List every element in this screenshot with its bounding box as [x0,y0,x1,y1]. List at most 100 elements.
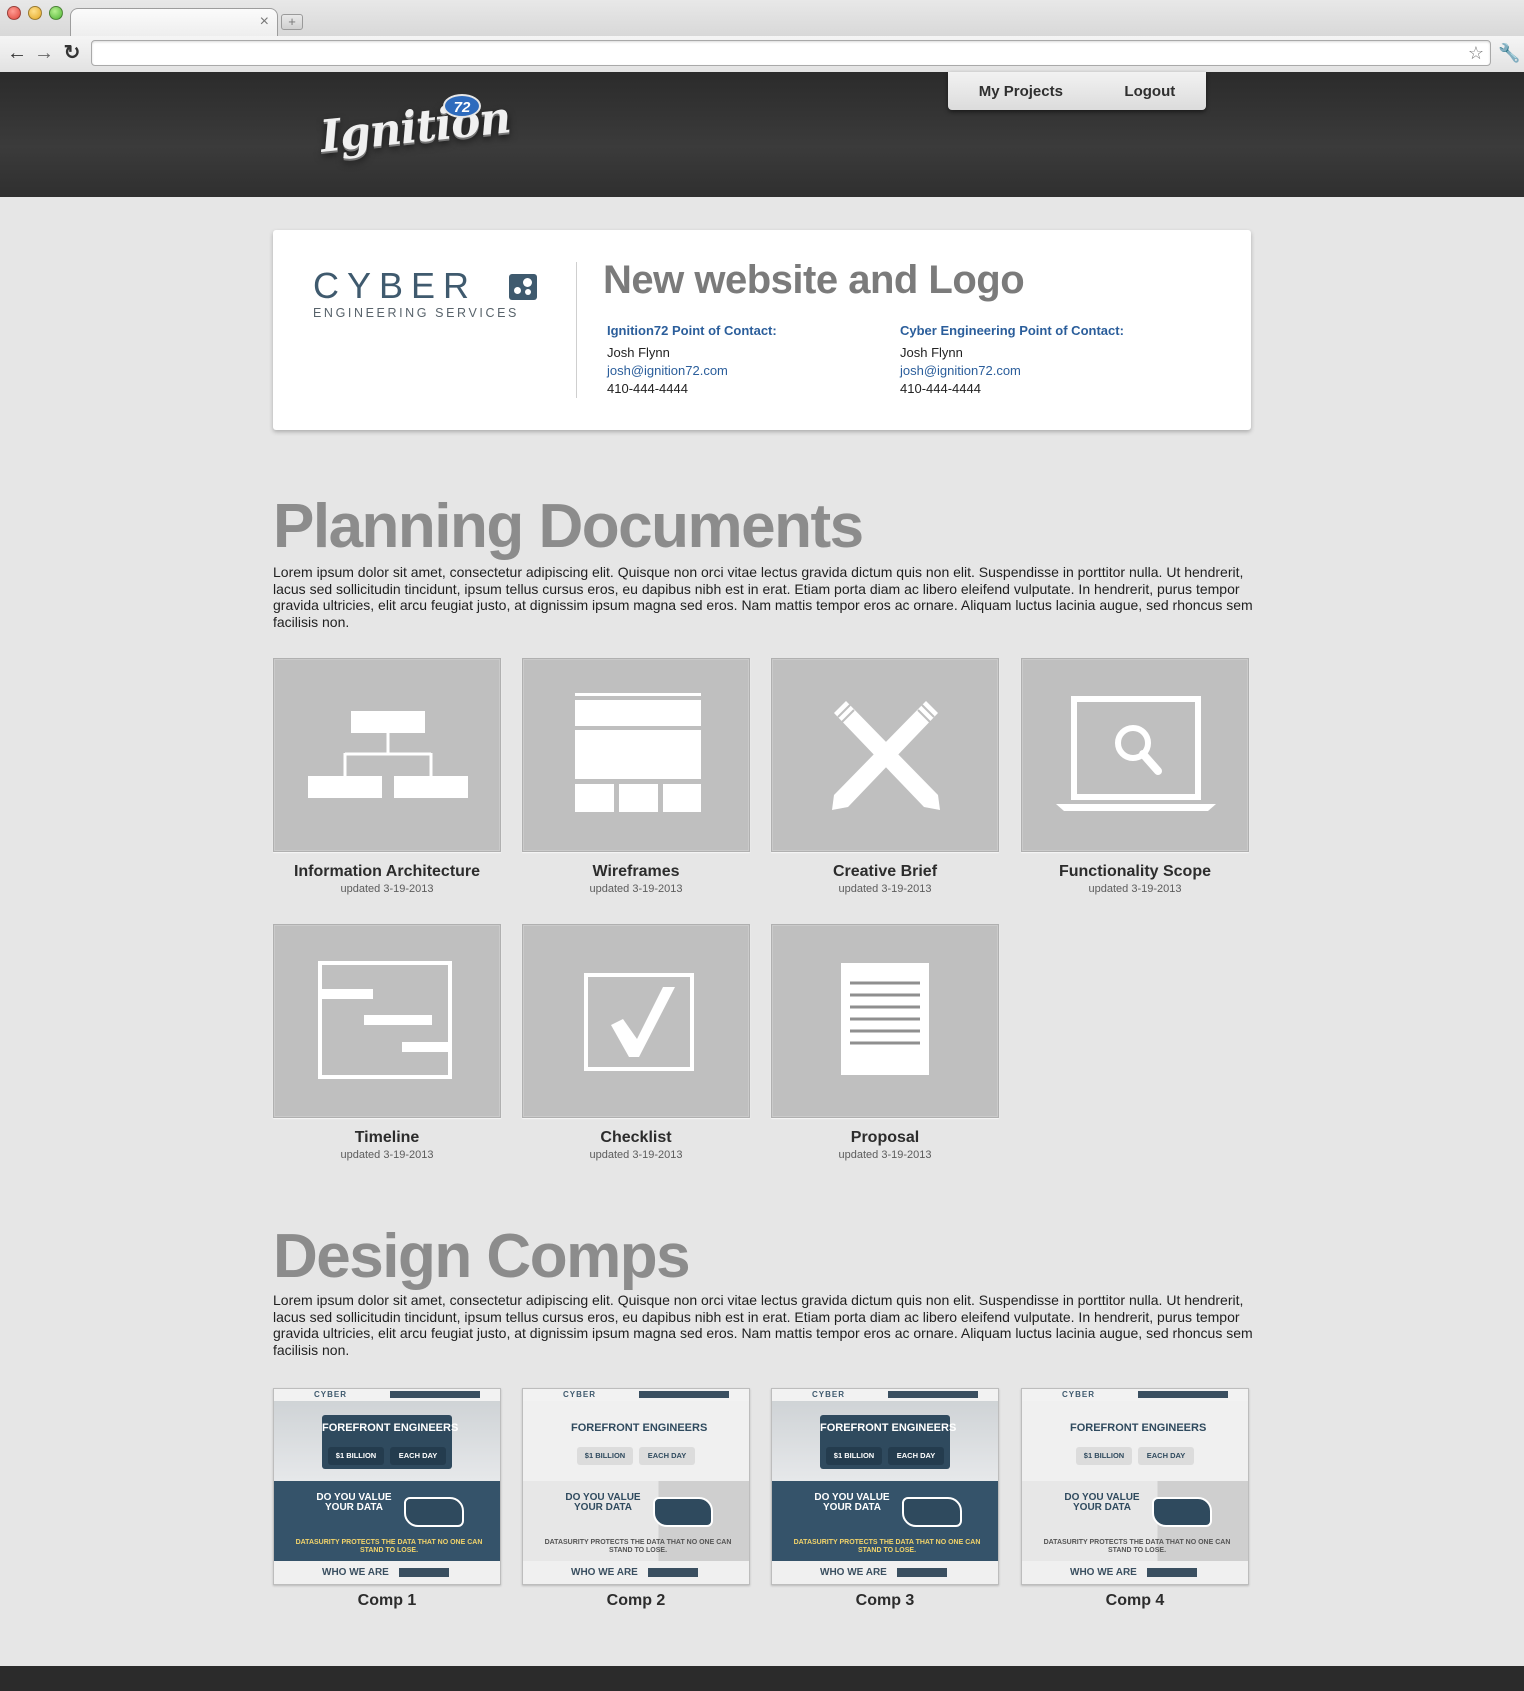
close-window-button[interactable] [7,6,21,20]
doc-thumbnail[interactable] [1021,658,1249,852]
comp-thumb-band: DO YOU VALUE YOUR DATA DATASURITY PROTEC… [274,1481,500,1561]
comp-thumbnail[interactable]: CYBER FOREFRONT ENGINEERS $1 BILLION EAC… [522,1388,750,1585]
comp-thumbnail[interactable]: CYBER FOREFRONT ENGINEERS $1 BILLION EAC… [771,1388,999,1585]
forward-arrow-icon[interactable]: → [33,41,55,65]
doc-updated: updated 3-19-2013 [838,1149,932,1161]
comp-card[interactable]: CYBER FOREFRONT ENGINEERS $1 BILLION EAC… [771,1388,999,1610]
comp-thumb-logo: CYBER [314,1390,348,1399]
doc-name[interactable]: Functionality Scope [1021,862,1249,882]
comp-card[interactable]: CYBER FOREFRONT ENGINEERS $1 BILLION EAC… [273,1388,501,1610]
comp-thumb-logo: CYBER [1062,1390,1096,1399]
doc-name[interactable]: Creative Brief [771,862,999,882]
contact-phone: 410-444-4444 [607,381,688,396]
ignition72-logo[interactable]: Ignition 72 [308,90,513,185]
comp-thumb-who: WHO WE ARE [1022,1561,1248,1584]
doc-thumbnail[interactable] [771,924,999,1118]
doc-thumbnail[interactable] [771,658,999,852]
doc-thumbnail[interactable] [273,658,501,852]
minimize-window-button[interactable] [28,6,42,20]
comp-thumb-blog-button [399,1568,449,1577]
comp-thumb-tagline: DATASURITY PROTECTS THE DATA THAT NO ONE… [1043,1539,1231,1554]
comp-thumbnail[interactable]: CYBER FOREFRONT ENGINEERS $1 BILLION EAC… [1021,1388,1249,1585]
comp-card[interactable]: CYBER FOREFRONT ENGINEERS $1 BILLION EAC… [522,1388,750,1610]
wrench-menu-icon[interactable]: 🔧 [1498,42,1520,64]
doc-updated: updated 3-19-2013 [340,1149,434,1161]
comp-thumb-stat: EACH DAY [888,1447,944,1465]
doc-name[interactable]: Proposal [771,1128,999,1148]
contact-email-link[interactable]: josh@ignition72.com [900,362,1124,380]
doc-tile-creative-brief[interactable]: Creative Brief updated 3-19-2013 [771,658,999,896]
doc-tile-proposal[interactable]: Proposal updated 3-19-2013 [771,924,999,1162]
zoom-window-button[interactable] [49,6,63,20]
doc-name[interactable]: Timeline [273,1128,501,1148]
crossed-pencils-icon [832,701,940,810]
contact-name: Josh Flynn [900,345,963,360]
datasurity-shield-icon [1152,1497,1212,1527]
comp-thumb-headline: FOREFRONT ENGINEERS [322,1422,459,1434]
contact-heading: Ignition72 Point of Contact: [607,323,777,338]
timeline-icon [318,961,452,1079]
back-arrow-icon[interactable]: ← [6,41,28,65]
comp-card[interactable]: CYBER FOREFRONT ENGINEERS $1 BILLION EAC… [1021,1388,1249,1610]
reload-icon[interactable]: ↻ [61,41,83,65]
comp-thumb-blog-button [897,1568,947,1577]
doc-tile-wireframes[interactable]: Wireframes updated 3-19-2013 [522,658,750,896]
design-description: Lorem ipsum dolor sit amet, consectetur … [273,1292,1253,1358]
close-tab-icon[interactable]: × [260,13,269,31]
doc-name[interactable]: Information Architecture [273,862,501,882]
doc-updated: updated 3-19-2013 [589,1149,683,1161]
comp-name[interactable]: Comp 1 [273,1592,501,1610]
comp-thumb-navbar [1138,1391,1228,1398]
comp-thumb-hero: FOREFRONT ENGINEERS $1 BILLION EACH DAY [274,1401,500,1481]
client-logo-mark-icon [509,274,537,300]
comp-thumb-hero: FOREFRONT ENGINEERS $1 BILLION EACH DAY [772,1401,998,1481]
doc-updated: updated 3-19-2013 [1088,883,1182,895]
comp-thumbnail[interactable]: CYBER FOREFRONT ENGINEERS $1 BILLION EAC… [273,1388,501,1585]
new-tab-button[interactable]: + [281,14,303,30]
logout-link[interactable]: Logout [1124,83,1175,100]
doc-tile-information-architecture[interactable]: Information Architecture updated 3-19-20… [273,658,501,896]
comp-thumb-who-label: WHO WE ARE [820,1567,887,1578]
comp-thumb-who-label: WHO WE ARE [322,1567,389,1578]
doc-tile-functionality-scope[interactable]: Functionality Scope updated 3-19-2013 [1021,658,1249,896]
bookmark-star-icon[interactable]: ☆ [1468,42,1484,64]
comp-name[interactable]: Comp 4 [1021,1592,1249,1610]
ignition-contact: Ignition72 Point of Contact: Josh Flynn … [607,322,777,398]
datasurity-shield-icon [653,1497,713,1527]
document-icon [841,963,929,1075]
comp-thumb-navbar [639,1391,729,1398]
planning-description: Lorem ipsum dolor sit amet, consectetur … [273,564,1253,630]
doc-tile-checklist[interactable]: Checklist updated 3-19-2013 [522,924,750,1162]
comp-name[interactable]: Comp 2 [522,1592,750,1610]
address-bar[interactable]: ☆ [91,40,1491,66]
project-card: CYBER ENGINEERING SERVICES New website a… [273,230,1251,430]
comp-thumb-band: DO YOU VALUE YOUR DATA DATASURITY PROTEC… [772,1481,998,1561]
comp-thumb-navbar [390,1391,480,1398]
card-divider [576,262,577,398]
comp-name[interactable]: Comp 3 [771,1592,999,1610]
comp-thumb-stat: EACH DAY [1138,1447,1194,1465]
doc-thumbnail[interactable] [522,658,750,852]
doc-thumbnail[interactable] [522,924,750,1118]
contact-heading: Cyber Engineering Point of Contact: [900,323,1124,338]
comp-thumb-question: DO YOU VALUE YOUR DATA [565,1492,641,1513]
contact-email-link[interactable]: josh@ignition72.com [607,362,777,380]
doc-name[interactable]: Wireframes [522,862,750,882]
comp-thumb-logo: CYBER [563,1390,597,1399]
doc-tile-timeline[interactable]: Timeline updated 3-19-2013 [273,924,501,1162]
my-projects-link[interactable]: My Projects [979,83,1063,100]
comp-thumb-topbar: CYBER [274,1389,500,1401]
comp-thumb-question: DO YOU VALUE YOUR DATA [316,1492,392,1513]
comp-thumb-topbar: CYBER [523,1389,749,1401]
browser-chrome: × + ← → ↻ ☆ 🔧 [0,0,1524,72]
comp-thumb-stat: $1 BILLION [826,1447,882,1465]
comp-thumb-hero-box: FOREFRONT ENGINEERS $1 BILLION EACH DAY [322,1415,459,1469]
comp-thumb-navbar [888,1391,978,1398]
doc-name[interactable]: Checklist [522,1128,750,1148]
comp-thumb-who-label: WHO WE ARE [571,1567,638,1578]
doc-thumbnail[interactable] [273,924,501,1118]
cyber-engineering-logo: CYBER ENGINEERING SERVICES [313,268,543,320]
comp-thumb-hero-box: FOREFRONT ENGINEERS $1 BILLION EACH DAY [820,1415,956,1469]
browser-tab[interactable]: × [70,8,278,36]
comp-thumb-stat: $1 BILLION [328,1447,384,1465]
